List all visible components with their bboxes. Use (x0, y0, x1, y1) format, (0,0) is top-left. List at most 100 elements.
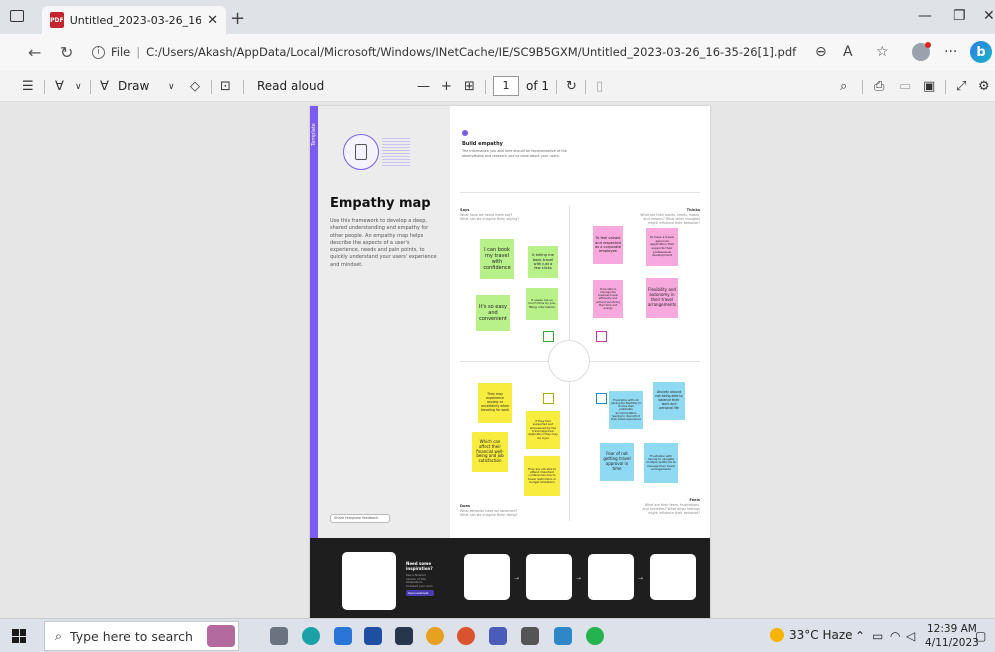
settings-gear-icon[interactable] (521, 627, 539, 645)
search-icon: ⌕ (55, 628, 63, 643)
store-icon[interactable] (364, 627, 382, 645)
chevron-down-icon[interactable]: ∨ (75, 82, 82, 92)
save-icon[interactable]: ▭ (899, 79, 911, 94)
contents-icon[interactable]: ☰ (22, 79, 34, 94)
system-clock[interactable]: 12:39 AM 4/11/2023 (925, 622, 979, 650)
highlight-icon[interactable]: ∀ (55, 79, 64, 94)
step-thumbnail-3 (588, 554, 634, 600)
news-widget-icon[interactable] (207, 625, 235, 647)
read-aloud-addr-icon[interactable]: A (843, 44, 853, 60)
notification-icon[interactable]: ▢ (975, 629, 986, 643)
new-tab-icon[interactable]: + (230, 8, 245, 29)
close-window-icon[interactable]: ✕ (983, 8, 995, 24)
zoom-icon[interactable]: ⊖ (815, 44, 827, 60)
mail-icon[interactable] (395, 627, 413, 645)
photos-icon[interactable] (554, 627, 572, 645)
close-tab-icon[interactable]: ✕ (207, 13, 218, 28)
step-thumbnail-4 (650, 554, 696, 600)
sticky-note: It telling me book travel with just a fe… (528, 246, 558, 278)
build-empathy-title: Build empathy (462, 141, 503, 147)
tab-actions-icon[interactable] (10, 10, 24, 22)
bottom-strip: Need some inspiration? See a finished ve… (310, 538, 710, 621)
edge-icon[interactable] (302, 627, 320, 645)
section-dot (462, 130, 468, 136)
tab-bar: PDF Untitled_2023-03-26_16-35-26[1 ✕ + —… (0, 0, 995, 34)
sticky-note: I can book my travel with confidence (480, 239, 514, 279)
print-icon[interactable]: ⎙ (874, 79, 884, 94)
browser-tab[interactable]: PDF Untitled_2023-03-26_16-35-26[1 ✕ (42, 6, 226, 34)
restore-icon[interactable]: ❐ (953, 8, 966, 24)
open-example-button[interactable]: Open example (406, 590, 434, 596)
document-title: Empathy map (330, 196, 431, 211)
sticky-note: Frustration with having to navigate mult… (644, 443, 678, 483)
whatsapp-icon[interactable] (586, 627, 604, 645)
sticky-note: To have a travel approval application th… (646, 228, 678, 266)
draw-chevron-icon[interactable]: ∨ (168, 82, 175, 92)
draw-label[interactable]: Draw (118, 79, 149, 93)
clock-date: 4/11/2023 (925, 637, 979, 650)
quadrant-does: Does What behavior have we observed? What… (460, 504, 518, 517)
arrow-icon: → (514, 575, 520, 582)
chevron-up-icon[interactable]: ⌃ (855, 629, 865, 643)
chrome-icon[interactable] (426, 627, 444, 645)
center-persona-circle (548, 340, 590, 382)
step-thumbnail-2 (526, 554, 572, 600)
wifi-icon[interactable]: ◠ (890, 629, 900, 643)
eraser-icon[interactable]: ◇ (190, 79, 200, 94)
says-icon (543, 331, 554, 342)
example-thumbnail[interactable] (342, 552, 396, 610)
arrow-icon: → (638, 575, 644, 582)
arrow-icon: → (576, 575, 582, 582)
page-view-icon[interactable]: ▯ (596, 79, 603, 94)
minimize-icon[interactable]: — (918, 8, 932, 24)
sticky-note: Which can affect their financial well-be… (472, 432, 508, 472)
network-icon[interactable]: ▭ (872, 629, 883, 643)
zoom-out-icon[interactable]: — (417, 79, 430, 94)
windows-start-icon[interactable] (12, 629, 26, 643)
refresh-icon[interactable]: ↻ (60, 43, 73, 62)
pdf-page: Template Empathy map Use this framework … (310, 106, 710, 621)
bing-icon[interactable]: b (970, 41, 992, 63)
url-field[interactable]: i File | C:/Users/Akash/AppData/Local/Mi… (92, 40, 812, 64)
read-aloud-button[interactable]: Read aloud (257, 79, 324, 93)
volume-icon[interactable]: ◁ (906, 629, 915, 643)
quadrant-thinks: Thinks What are their wants, needs, hopes… (640, 208, 700, 226)
weather-text: 33°C Haze (789, 628, 853, 642)
chrome-profile-icon[interactable] (457, 627, 475, 645)
address-bar: ← ↻ i File | C:/Users/Akash/AppData/Loca… (0, 34, 995, 70)
info-icon[interactable]: i (92, 45, 105, 59)
persona-icon (343, 134, 379, 170)
search-placeholder: Type here to search (70, 628, 193, 644)
url-separator: | (136, 45, 141, 59)
step-thumbnail-1 (464, 554, 510, 600)
search-icon[interactable]: ⌕ (840, 79, 847, 94)
page-number-input[interactable]: 1 (493, 76, 519, 96)
sticky-note: Fear of not getting travel approval in t… (600, 443, 634, 481)
sticky-note: If they feel supported and empowered by … (526, 411, 560, 449)
notification-dot (925, 42, 931, 48)
app-icon[interactable] (489, 627, 507, 645)
task-view-icon[interactable] (270, 627, 288, 645)
fullscreen-icon[interactable]: ⤢ (956, 79, 966, 94)
save-as-icon[interactable]: ▣ (923, 79, 935, 94)
zoom-in-icon[interactable]: + (441, 79, 452, 94)
pdf-viewer[interactable]: Template Empathy map Use this framework … (0, 102, 995, 621)
taskbar: ⌕ Type here to search 33°C Haze ⌃ ▭ ◠ ◁ … (0, 618, 995, 652)
fit-page-icon[interactable]: ⊞ (464, 79, 475, 94)
sticky-note: They may experience anxiety or uncertain… (478, 383, 512, 423)
favorites-icon[interactable]: ☆ (876, 44, 889, 60)
file-explorer-icon[interactable] (334, 627, 352, 645)
more-icon[interactable]: ··· (944, 44, 957, 60)
feels-icon (596, 393, 607, 404)
back-icon[interactable]: ← (28, 43, 41, 62)
settings-icon[interactable]: ⚙ (978, 79, 990, 94)
text-icon[interactable]: ⊡ (220, 79, 231, 94)
document-description: Use this framework to develop a deep, sh… (330, 218, 437, 268)
feedback-button[interactable]: Share template feedback (330, 514, 390, 523)
sticky-note: Frustration with not having the flexibil… (609, 391, 643, 429)
hatch-decoration (382, 138, 410, 166)
weather-widget[interactable]: 33°C Haze (770, 628, 853, 642)
sticky-note: They are not able to attend important co… (524, 456, 560, 496)
draw-icon[interactable]: ∀ (100, 79, 109, 94)
rotate-icon[interactable]: ↻ (566, 79, 577, 94)
